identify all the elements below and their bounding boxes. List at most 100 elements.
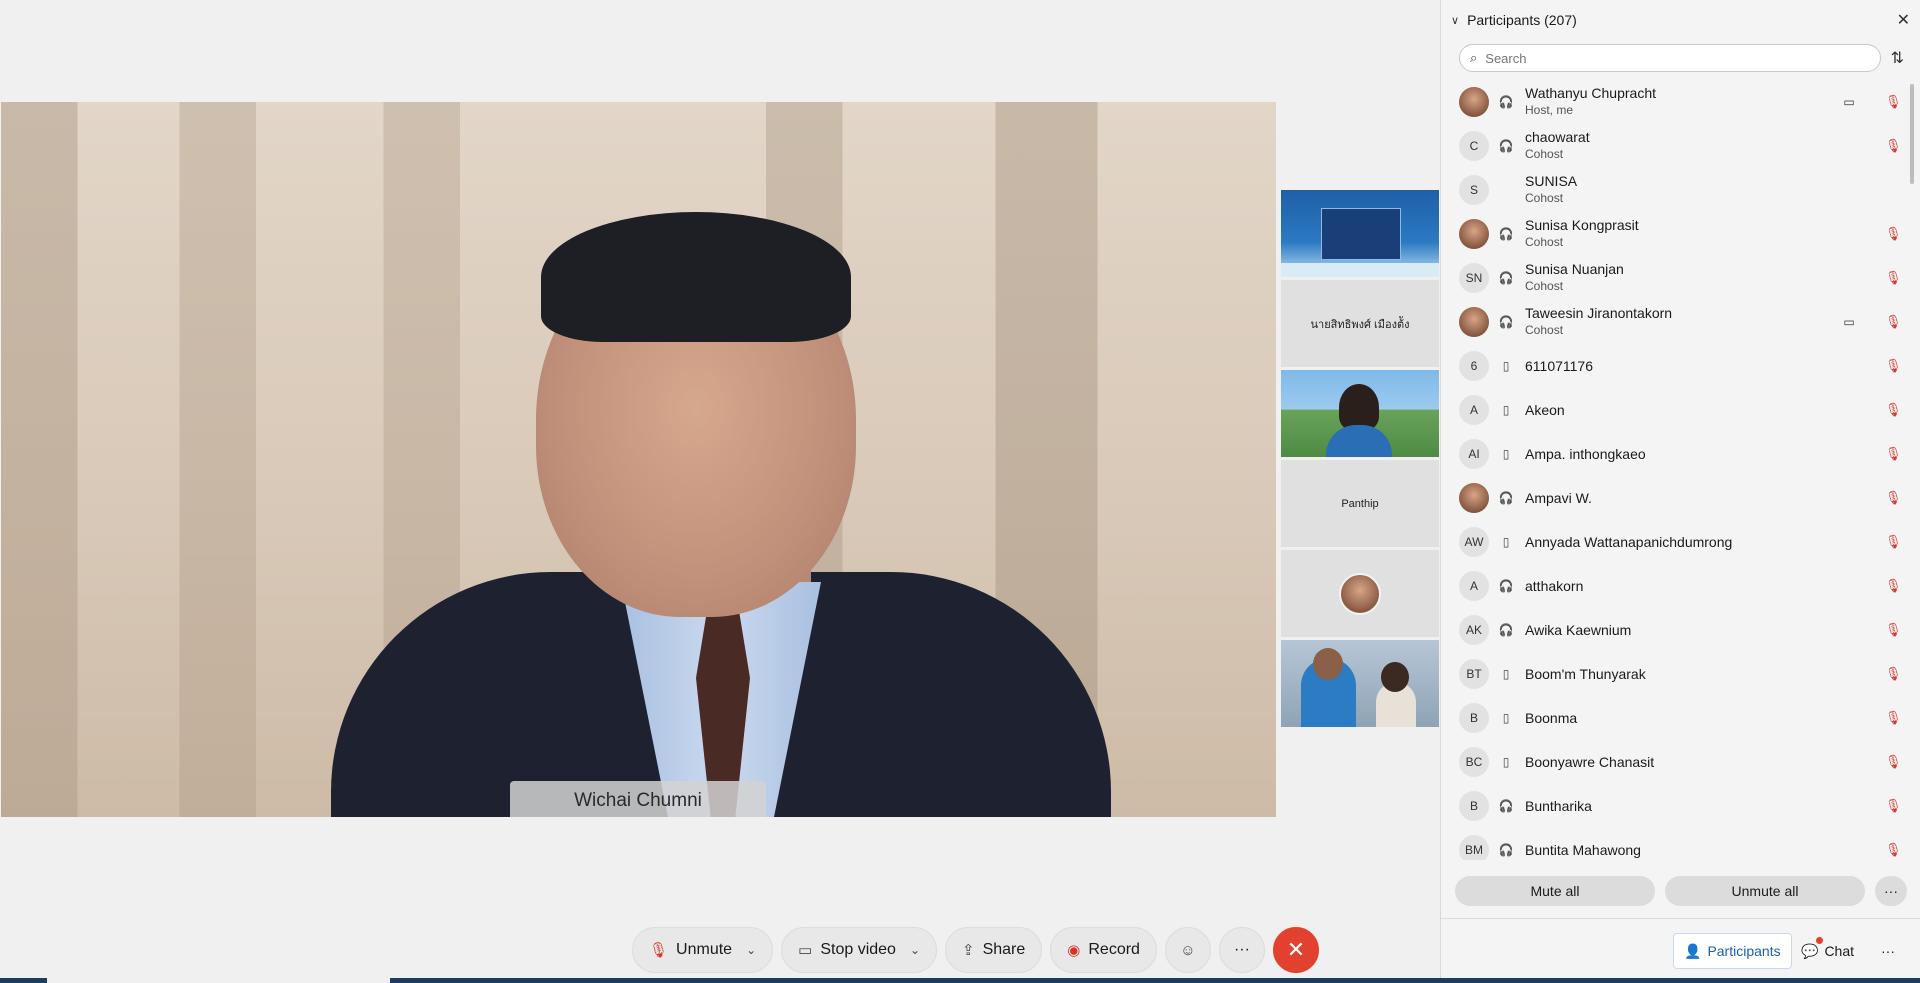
main-video[interactable] bbox=[1, 102, 1276, 817]
mic-muted-icon[interactable]: 🎙 bbox=[1885, 314, 1902, 330]
phone-icon: ▯ bbox=[1502, 755, 1510, 769]
chevron-down-icon[interactable]: ⌄ bbox=[910, 943, 920, 957]
mic-muted-icon[interactable]: 🎙 bbox=[1885, 358, 1902, 374]
participant-row[interactable]: 🎧 Taweesin Jiranontakorn Cohost ▭ 🎙 bbox=[1441, 300, 1920, 344]
thumbnail-video-3[interactable] bbox=[1281, 640, 1439, 727]
avatar: SN bbox=[1459, 263, 1489, 293]
unmute-button[interactable]: 🎙 Unmute ⌄ bbox=[632, 927, 774, 973]
participant-row[interactable]: BT ▯ Boom'm Thunyarak 🎙 bbox=[1441, 652, 1920, 696]
chevron-down-icon[interactable]: ⌄ bbox=[746, 943, 756, 957]
avatar bbox=[1339, 572, 1381, 615]
mute-all-button[interactable]: Mute all bbox=[1455, 876, 1655, 906]
panel-actions: Mute all Unmute all ··· bbox=[1455, 876, 1907, 906]
chat-tab-button[interactable]: 💬 Chat bbox=[1791, 933, 1864, 969]
mic-muted-icon[interactable]: 🎙 bbox=[1885, 666, 1902, 682]
avatar bbox=[1459, 483, 1489, 513]
reactions-button[interactable]: ☺ bbox=[1164, 927, 1211, 973]
participant-name: Sunisa Kongprasit bbox=[1525, 217, 1639, 233]
mic-muted-icon[interactable]: 🎙 bbox=[1885, 270, 1902, 286]
participant-info: SUNISA Cohost bbox=[1525, 173, 1837, 207]
search-box[interactable]: ⌕ bbox=[1459, 44, 1881, 72]
participant-info: Buntita Mahawong bbox=[1525, 842, 1837, 859]
participant-name: Buntharika bbox=[1525, 797, 1592, 814]
sort-icon[interactable]: ⇅ bbox=[1891, 48, 1904, 68]
unmute-all-button[interactable]: Unmute all bbox=[1665, 876, 1865, 906]
mic-muted-icon[interactable]: 🎙 bbox=[1885, 622, 1902, 638]
participant-name: Ampa. inthongkaeo bbox=[1525, 445, 1646, 462]
participant-row[interactable]: C 🎧 chaowarat Cohost 🎙 bbox=[1441, 124, 1920, 168]
mic-muted-icon[interactable]: 🎙 bbox=[1885, 94, 1902, 110]
mic-muted-icon[interactable]: 🎙 bbox=[1885, 226, 1902, 242]
close-icon[interactable]: ✕ bbox=[1897, 10, 1910, 30]
mic-muted-icon[interactable]: 🎙 bbox=[1885, 754, 1902, 770]
mic-muted-icon[interactable]: 🎙 bbox=[1885, 710, 1902, 726]
unread-dot bbox=[1816, 937, 1823, 944]
thumbnail-video-2[interactable] bbox=[1281, 370, 1439, 457]
record-button[interactable]: ◉ Record bbox=[1050, 927, 1157, 973]
close-icon: ✕ bbox=[1286, 937, 1306, 962]
meeting-toolbar: 🎙 Unmute ⌄ ▭ Stop video ⌄ ⇪ Share ◉ Reco… bbox=[632, 927, 1319, 973]
share-button[interactable]: ⇪ Share bbox=[945, 927, 1043, 973]
participant-row[interactable]: 🎧 Sunisa Kongprasit Cohost 🎙 bbox=[1441, 212, 1920, 256]
video-camera-icon: ▭ bbox=[1843, 315, 1855, 329]
more-options-button[interactable]: ··· bbox=[1218, 927, 1265, 973]
avatar bbox=[1459, 219, 1489, 249]
participant-info: Boonyawre Chanasit bbox=[1525, 754, 1837, 771]
thumbnail-avatar[interactable] bbox=[1281, 550, 1439, 637]
participant-row[interactable]: AI ▯ Ampa. inthongkaeo 🎙 bbox=[1441, 432, 1920, 476]
more-options-button[interactable]: ··· bbox=[1875, 876, 1907, 906]
thumbnail-name-1[interactable]: นายสิทธิพงศ์ เมืองต้ัง bbox=[1281, 280, 1439, 367]
avatar: AI bbox=[1459, 439, 1489, 469]
mic-muted-icon[interactable]: 🎙 bbox=[1885, 138, 1902, 154]
headset-icon: 🎧 bbox=[1498, 315, 1514, 329]
participant-row[interactable]: A 🎧 atthakorn 🎙 bbox=[1441, 564, 1920, 608]
participant-row[interactable]: B ▯ Boonma 🎙 bbox=[1441, 696, 1920, 740]
mic-muted-icon[interactable]: 🎙 bbox=[1885, 402, 1902, 418]
participant-info: atthakorn bbox=[1525, 578, 1837, 595]
phone-icon: ▯ bbox=[1502, 711, 1510, 725]
more-button[interactable]: ··· bbox=[1871, 933, 1905, 969]
participant-row[interactable]: AK 🎧 Awika Kaewnium 🎙 bbox=[1441, 608, 1920, 652]
record-icon: ◉ bbox=[1067, 942, 1081, 959]
share-label: Share bbox=[982, 941, 1026, 958]
participant-row[interactable]: B 🎧 Buntharika 🎙 bbox=[1441, 784, 1920, 828]
mic-muted-icon[interactable]: 🎙 bbox=[1885, 798, 1902, 814]
phone-icon: ▯ bbox=[1502, 359, 1510, 373]
participant-row[interactable]: SN 🎧 Sunisa Nuanjan Cohost 🎙 bbox=[1441, 256, 1920, 300]
thumbnail-name-2[interactable]: Panthip bbox=[1281, 460, 1439, 547]
participant-row[interactable]: 🎧 Ampavi W. 🎙 bbox=[1441, 476, 1920, 520]
participant-row[interactable]: 6 ▯ 611071176 🎙 bbox=[1441, 344, 1920, 388]
participant-info: Annyada Wattanapanichdumrong bbox=[1525, 534, 1837, 551]
participant-info: Sunisa Kongprasit Cohost bbox=[1525, 217, 1837, 251]
chevron-down-icon[interactable]: ∨ bbox=[1451, 14, 1459, 27]
thumbnail-video-1[interactable] bbox=[1281, 190, 1439, 277]
stop-video-button[interactable]: ▭ Stop video ⌄ bbox=[781, 927, 937, 973]
participant-info: Buntharika bbox=[1525, 798, 1837, 815]
participant-info: Boonma bbox=[1525, 710, 1837, 727]
mic-muted-icon[interactable]: 🎙 bbox=[1885, 578, 1902, 594]
search-input[interactable] bbox=[1485, 50, 1870, 66]
headset-icon: 🎧 bbox=[1498, 799, 1514, 813]
participants-tab-button[interactable]: 👤 Participants bbox=[1673, 933, 1792, 969]
avatar: BC bbox=[1459, 747, 1489, 777]
more-icon: ··· bbox=[1233, 941, 1250, 958]
mic-muted-icon[interactable]: 🎙 bbox=[1885, 490, 1902, 506]
participant-row[interactable]: S SUNISA Cohost bbox=[1441, 168, 1920, 212]
headset-icon: 🎧 bbox=[1498, 843, 1514, 857]
participant-row[interactable]: BC ▯ Boonyawre Chanasit 🎙 bbox=[1441, 740, 1920, 784]
participant-row[interactable]: A ▯ Akeon 🎙 bbox=[1441, 388, 1920, 432]
avatar: AW bbox=[1459, 527, 1489, 557]
participant-row[interactable]: 🎧 Wathanyu Chupracht Host, me ▭ 🎙 bbox=[1441, 80, 1920, 124]
participant-row[interactable]: AW ▯ Annyada Wattanapanichdumrong 🎙 bbox=[1441, 520, 1920, 564]
end-meeting-button[interactable]: ✕ bbox=[1272, 927, 1319, 973]
participant-row[interactable]: BM 🎧 Buntita Mahawong 🎙 bbox=[1441, 828, 1920, 860]
participant-name: Buntita Mahawong bbox=[1525, 841, 1641, 858]
mic-muted-icon[interactable]: 🎙 bbox=[1885, 534, 1902, 550]
participant-info: Boom'm Thunyarak bbox=[1525, 666, 1837, 683]
mic-muted-icon[interactable]: 🎙 bbox=[1885, 446, 1902, 462]
mic-muted-icon[interactable]: 🎙 bbox=[1885, 842, 1902, 858]
participant-info: Taweesin Jiranontakorn Cohost bbox=[1525, 305, 1837, 339]
participant-name: Boonma bbox=[1525, 709, 1578, 726]
scrollbar[interactable] bbox=[1910, 84, 1914, 184]
person-icon: 👤 bbox=[1684, 942, 1702, 959]
